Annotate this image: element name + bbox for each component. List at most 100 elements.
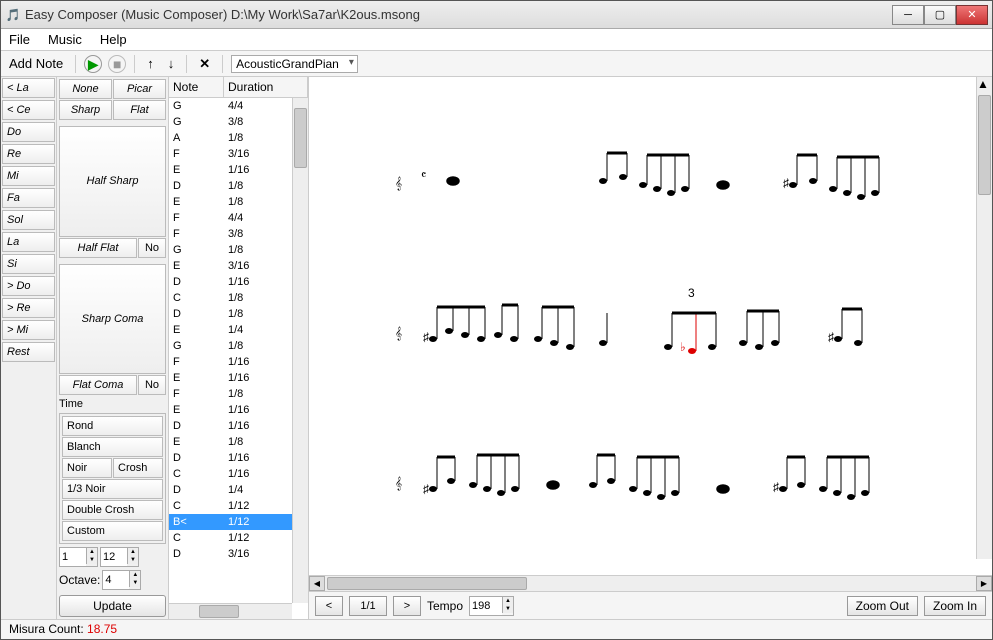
table-row[interactable]: D1/8: [169, 306, 308, 322]
time-blanch[interactable]: Blanch: [62, 437, 163, 457]
table-hscroll[interactable]: [169, 603, 292, 619]
table-row[interactable]: E1/16: [169, 370, 308, 386]
mod-none[interactable]: None: [59, 79, 112, 99]
note-si[interactable]: Si: [2, 254, 55, 274]
add-note-button[interactable]: Add Note: [5, 54, 67, 73]
svg-text:𝄞: 𝄞: [395, 326, 402, 340]
zoom-out-button[interactable]: Zoom Out: [847, 596, 918, 616]
page-indicator[interactable]: 1/1: [349, 596, 387, 616]
table-row[interactable]: A1/8: [169, 130, 308, 146]
menu-file[interactable]: File: [9, 32, 30, 47]
time-noir[interactable]: Noir: [62, 458, 112, 478]
note-do[interactable]: Do: [2, 122, 55, 142]
maximize-button[interactable]: ▢: [924, 5, 956, 25]
next-page-button[interactable]: >: [393, 596, 421, 616]
stop-button[interactable]: ■: [108, 55, 126, 73]
minimize-button[interactable]: ─: [892, 5, 924, 25]
table-row[interactable]: D1/16: [169, 274, 308, 290]
denominator-spinner[interactable]: ▲▼: [100, 547, 139, 567]
table-vscroll[interactable]: [292, 98, 308, 603]
numerator-spinner[interactable]: ▲▼: [59, 547, 98, 567]
svg-text:𝄴: 𝄴: [421, 168, 426, 182]
table-row[interactable]: D1/16: [169, 418, 308, 434]
col-duration[interactable]: Duration: [224, 77, 308, 97]
table-row[interactable]: E1/16: [169, 162, 308, 178]
table-row[interactable]: C1/16: [169, 466, 308, 482]
note-palette: < La< CeDoReMiFaSolLaSi> Do> Re> MiRest: [1, 77, 57, 619]
prev-page-button[interactable]: <: [315, 596, 343, 616]
mod-sharp-coma[interactable]: Sharp Coma: [59, 264, 166, 375]
status-bar: Misura Count: 18.75: [1, 619, 992, 639]
table-row[interactable]: E1/4: [169, 322, 308, 338]
window-title: Easy Composer (Music Composer) D:\My Wor…: [25, 7, 892, 22]
note-sol[interactable]: Sol: [2, 210, 55, 230]
menu-music[interactable]: Music: [48, 32, 82, 47]
table-row[interactable]: D1/4: [169, 482, 308, 498]
table-row[interactable]: E1/8: [169, 434, 308, 450]
mod-half-flat-no[interactable]: No: [138, 238, 166, 258]
table-row[interactable]: G3/8: [169, 114, 308, 130]
note-do[interactable]: > Do: [2, 276, 55, 296]
mod-flat-coma[interactable]: Flat Coma: [59, 375, 137, 395]
menu-help[interactable]: Help: [100, 32, 127, 47]
table-row[interactable]: C1/12: [169, 530, 308, 546]
table-row[interactable]: D1/16: [169, 450, 308, 466]
time-double-crosh[interactable]: Double Crosh: [62, 500, 163, 520]
note-re[interactable]: Re: [2, 144, 55, 164]
table-row[interactable]: D1/8: [169, 178, 308, 194]
note-fa[interactable]: Fa: [2, 188, 55, 208]
note-la[interactable]: La: [2, 232, 55, 252]
score-area[interactable]: 𝄞 𝄴: [309, 77, 992, 575]
table-row[interactable]: F1/8: [169, 386, 308, 402]
note-la[interactable]: < La: [2, 78, 55, 98]
up-button[interactable]: ↑: [143, 54, 158, 73]
note-mi[interactable]: > Mi: [2, 320, 55, 340]
svg-text:3: 3: [688, 286, 695, 300]
time-crosh[interactable]: Crosh: [113, 458, 163, 478]
tempo-spinner[interactable]: ▲▼: [469, 596, 514, 616]
table-row[interactable]: B<1/12: [169, 514, 308, 530]
note-ce[interactable]: < Ce: [2, 100, 55, 120]
table-row[interactable]: E1/8: [169, 194, 308, 210]
col-note[interactable]: Note: [169, 77, 224, 97]
delete-button[interactable]: ✕: [195, 54, 214, 74]
table-row[interactable]: C1/8: [169, 290, 308, 306]
mod-half-sharp[interactable]: Half Sharp: [59, 126, 166, 237]
mod-flat[interactable]: Flat: [113, 100, 166, 120]
zoom-in-button[interactable]: Zoom In: [924, 596, 986, 616]
close-button[interactable]: ✕: [956, 5, 988, 25]
table-row[interactable]: C1/12: [169, 498, 308, 514]
update-button[interactable]: Update: [59, 595, 166, 617]
table-row[interactable]: G1/8: [169, 242, 308, 258]
table-row[interactable]: E3/16: [169, 258, 308, 274]
table-row[interactable]: F3/16: [169, 146, 308, 162]
note-rest[interactable]: Rest: [2, 342, 55, 362]
score-vscroll[interactable]: ▲ ▼: [976, 77, 992, 559]
svg-text:♯: ♯: [783, 176, 789, 190]
svg-text:♯: ♯: [773, 480, 779, 494]
time-rond[interactable]: Rond: [62, 416, 163, 436]
mod-sharp[interactable]: Sharp: [59, 100, 112, 120]
play-button[interactable]: ▶: [84, 55, 102, 73]
time-box: Rond Blanch Noir Crosh 1/3 Noir Double C…: [59, 413, 166, 544]
mod-half-flat[interactable]: Half Flat: [59, 238, 137, 258]
table-row[interactable]: D3/16: [169, 546, 308, 562]
table-row[interactable]: G1/8: [169, 338, 308, 354]
table-row[interactable]: F4/4: [169, 210, 308, 226]
instrument-select[interactable]: AcousticGrandPian: [231, 55, 358, 73]
octave-spinner[interactable]: ▲▼: [102, 570, 141, 590]
score-hscroll[interactable]: ◀ ▶: [309, 575, 992, 591]
mod-picar[interactable]: Picar: [113, 79, 166, 99]
table-row[interactable]: F1/16: [169, 354, 308, 370]
table-row[interactable]: F3/8: [169, 226, 308, 242]
time-label: Time: [59, 396, 166, 412]
mod-flat-coma-no[interactable]: No: [138, 375, 166, 395]
time-custom[interactable]: Custom: [62, 521, 163, 541]
table-row[interactable]: G4/4: [169, 98, 308, 114]
score-panel: 𝄞 𝄴: [309, 77, 992, 619]
table-row[interactable]: E1/16: [169, 402, 308, 418]
note-re[interactable]: > Re: [2, 298, 55, 318]
down-button[interactable]: ↓: [164, 54, 179, 73]
time-third-noir[interactable]: 1/3 Noir: [62, 479, 163, 499]
note-mi[interactable]: Mi: [2, 166, 55, 186]
